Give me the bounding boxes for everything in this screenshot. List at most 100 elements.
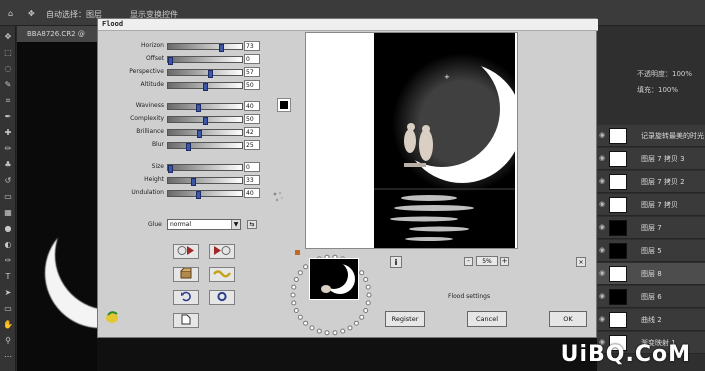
visibility-eye-icon[interactable]: ◉ bbox=[599, 131, 607, 139]
slider-waviness[interactable]: Waviness 40 bbox=[98, 101, 288, 112]
cancel-button[interactable]: Cancel bbox=[467, 311, 507, 327]
slider-value-field[interactable]: 40 bbox=[244, 188, 260, 198]
slider-size[interactable]: Size 0 bbox=[98, 162, 288, 173]
slider-thumb[interactable] bbox=[168, 57, 173, 65]
slider-value-field[interactable]: 33 bbox=[244, 175, 260, 185]
slider-track[interactable] bbox=[167, 103, 243, 112]
lasso-tool-icon[interactable]: ◌ bbox=[3, 64, 13, 74]
new-document-button[interactable] bbox=[173, 313, 199, 328]
slider-horizon[interactable]: Horizon 73 bbox=[98, 41, 288, 52]
blur-tool-icon[interactable]: ● bbox=[3, 224, 13, 234]
more-tools-icon[interactable]: ⋯ bbox=[3, 352, 13, 362]
slider-value-field[interactable]: 50 bbox=[244, 80, 260, 90]
visibility-eye-icon[interactable]: ◉ bbox=[599, 154, 607, 162]
slider-value-field[interactable]: 73 bbox=[244, 41, 260, 51]
zoom-out-button[interactable]: - bbox=[464, 257, 473, 266]
eyedropper-tool-icon[interactable]: ✒ bbox=[3, 112, 13, 122]
eraser-tool-icon[interactable]: ▭ bbox=[3, 192, 13, 202]
slider-complexity[interactable]: Complexity 50 bbox=[98, 114, 288, 125]
slider-undulation[interactable]: Undulation 40 bbox=[98, 188, 288, 199]
type-tool-icon[interactable]: T bbox=[3, 272, 13, 282]
crop-tool-icon[interactable]: ⌗ bbox=[3, 96, 13, 106]
color-swatch[interactable] bbox=[277, 98, 291, 112]
slider-thumb[interactable] bbox=[208, 70, 213, 78]
close-preview-button[interactable]: × bbox=[576, 257, 586, 267]
slider-offset[interactable]: Offset 0 bbox=[98, 54, 288, 65]
layer-row[interactable]: ◉ 图层 7 拷贝 2 bbox=[597, 171, 705, 193]
gradient-tool-icon[interactable]: ▦ bbox=[3, 208, 13, 218]
healing-tool-icon[interactable]: ✚ bbox=[3, 128, 13, 138]
quick-select-tool-icon[interactable]: ✎ bbox=[3, 80, 13, 90]
slider-thumb[interactable] bbox=[186, 143, 191, 151]
slider-thumb[interactable] bbox=[203, 83, 208, 91]
layer-row[interactable]: ◉ 图层 7 bbox=[597, 217, 705, 239]
layer-row[interactable]: ◉ 图层 8 bbox=[597, 263, 705, 285]
play-reverse-button[interactable] bbox=[209, 244, 235, 259]
zoom-tool-icon[interactable]: ⚲ bbox=[3, 336, 13, 346]
reset-button[interactable] bbox=[209, 290, 235, 305]
slider-thumb[interactable] bbox=[197, 130, 202, 138]
marquee-tool-icon[interactable]: ⬚ bbox=[3, 48, 13, 58]
opacity-field[interactable]: 不透明度：100% bbox=[597, 66, 705, 82]
slider-blur[interactable]: Blur 25 bbox=[98, 140, 288, 151]
slider-value-field[interactable]: 42 bbox=[244, 127, 260, 137]
slider-track[interactable] bbox=[167, 82, 243, 91]
slider-perspective[interactable]: Perspective 57 bbox=[98, 67, 288, 78]
history-brush-icon[interactable]: ↺ bbox=[3, 176, 13, 186]
visibility-eye-icon[interactable]: ◉ bbox=[599, 269, 607, 277]
layer-row[interactable]: ◉ 记录旋转最美的时光 bbox=[597, 125, 705, 147]
chevron-down-icon[interactable]: ▼ bbox=[231, 220, 240, 229]
hand-tool-icon[interactable]: ✋ bbox=[3, 320, 13, 330]
layer-row[interactable]: ◉ 图层 5 bbox=[597, 240, 705, 262]
slider-thumb[interactable] bbox=[219, 44, 224, 52]
visibility-eye-icon[interactable]: ◉ bbox=[599, 292, 607, 300]
move-tool-icon[interactable]: ✥ bbox=[28, 9, 35, 18]
slider-track[interactable] bbox=[167, 164, 243, 173]
ok-button[interactable]: OK bbox=[549, 311, 587, 327]
slider-track[interactable] bbox=[167, 56, 243, 65]
dialog-title-bar[interactable]: Flood bbox=[98, 19, 598, 31]
visibility-eye-icon[interactable]: ◉ bbox=[599, 177, 607, 185]
randomize-button[interactable] bbox=[209, 267, 235, 282]
document-tab[interactable]: BBA8726.CR2 @ 10... bbox=[17, 26, 97, 54]
undo-button[interactable] bbox=[173, 290, 199, 305]
slider-track[interactable] bbox=[167, 43, 243, 52]
slider-track[interactable] bbox=[167, 177, 243, 186]
auto-select-label[interactable]: 自动选择： bbox=[46, 9, 86, 20]
shape-tool-icon[interactable]: ▭ bbox=[3, 304, 13, 314]
pen-tool-icon[interactable]: ✑ bbox=[3, 256, 13, 266]
slider-value-field[interactable]: 50 bbox=[244, 114, 260, 124]
slider-track[interactable] bbox=[167, 69, 243, 78]
slider-thumb[interactable] bbox=[196, 191, 201, 199]
glue-options-button[interactable]: ⇆ bbox=[247, 220, 257, 229]
slider-brilliance[interactable]: Brilliance 42 bbox=[98, 127, 288, 138]
slider-value-field[interactable]: 0 bbox=[244, 162, 260, 172]
navigator-thumbnail[interactable] bbox=[309, 258, 359, 300]
slider-thumb[interactable] bbox=[196, 104, 201, 112]
slider-thumb[interactable] bbox=[168, 165, 173, 173]
brush-tool-icon[interactable]: ✏ bbox=[3, 144, 13, 154]
fill-field[interactable]: 填充：100% bbox=[597, 82, 705, 98]
slider-thumb[interactable] bbox=[191, 178, 196, 186]
zoom-in-button[interactable]: + bbox=[500, 257, 509, 266]
path-select-tool-icon[interactable]: ➤ bbox=[3, 288, 13, 298]
visibility-eye-icon[interactable]: ◉ bbox=[599, 200, 607, 208]
home-icon[interactable]: ⌂ bbox=[8, 9, 13, 18]
visibility-eye-icon[interactable]: ◉ bbox=[599, 315, 607, 323]
slider-track[interactable] bbox=[167, 142, 243, 151]
slider-value-field[interactable]: 57 bbox=[244, 67, 260, 77]
register-button[interactable]: Register bbox=[385, 311, 425, 327]
preview-pane[interactable]: + bbox=[305, 32, 518, 249]
dodge-tool-icon[interactable]: ◐ bbox=[3, 240, 13, 250]
slider-height[interactable]: Height 33 bbox=[98, 175, 288, 186]
slider-track[interactable] bbox=[167, 116, 243, 125]
stamp-tool-icon[interactable]: ♣ bbox=[3, 160, 13, 170]
slider-value-field[interactable]: 25 bbox=[244, 140, 260, 150]
layer-row[interactable]: ◉ 图层 7 拷贝 3 bbox=[597, 148, 705, 170]
glue-select[interactable]: normal ▼ bbox=[167, 219, 241, 230]
info-button[interactable]: i bbox=[390, 256, 402, 268]
play-forward-button[interactable] bbox=[173, 244, 199, 259]
slider-altitude[interactable]: Altitude 50 bbox=[98, 80, 288, 91]
visibility-eye-icon[interactable]: ◉ bbox=[599, 223, 607, 231]
slider-thumb[interactable] bbox=[203, 117, 208, 125]
